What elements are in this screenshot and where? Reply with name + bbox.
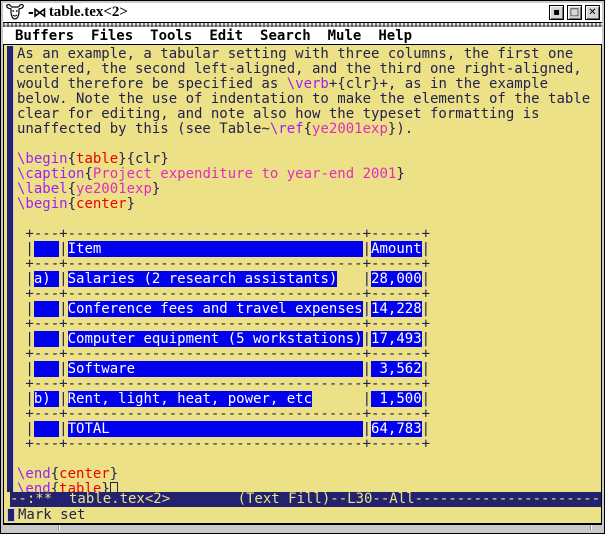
gnu-emacs-icon bbox=[5, 4, 25, 21]
window-controls: ▪ □ ✕ bbox=[549, 5, 600, 20]
buffer-line: \begin{center} bbox=[17, 197, 601, 212]
title-icon-glyph: -⋈ bbox=[28, 5, 46, 21]
menu-item-edit[interactable]: Edit bbox=[209, 28, 243, 44]
buffer-line: +---+-----------------------------------… bbox=[17, 257, 601, 272]
buffer-text[interactable]: As an example, a tabular setting with th… bbox=[17, 47, 601, 492]
minibuffer-message: Mark set bbox=[18, 507, 85, 523]
minimize-icon[interactable]: ▪ bbox=[549, 5, 564, 20]
buffer-line bbox=[17, 137, 601, 152]
titlebar[interactable]: -⋈ table.tex<2> ▪ □ ✕ bbox=[3, 3, 602, 23]
buffer-line: | |Conference fees and travel expenses|1… bbox=[17, 302, 601, 317]
buffer-line: \end{center} bbox=[17, 467, 601, 482]
emacs-frame: -⋈ table.tex<2> ▪ □ ✕ Buffers Files Tool… bbox=[0, 0, 605, 534]
window-title: table.tex<2> bbox=[49, 4, 128, 21]
buffer-line: unaffected by this (see Table~\ref{ye200… bbox=[17, 122, 601, 137]
buffer-line: | |Item |Amount| bbox=[17, 242, 601, 257]
menu-item-help[interactable]: Help bbox=[378, 28, 412, 44]
buffer-line: +---+-----------------------------------… bbox=[17, 287, 601, 302]
menu-item-files[interactable]: Files bbox=[91, 28, 133, 44]
buffer-line: clear for editing, and note also how the… bbox=[17, 107, 601, 122]
menu-item-mule[interactable]: Mule bbox=[328, 28, 362, 44]
text-cursor bbox=[110, 482, 118, 492]
menu-item-search[interactable]: Search bbox=[260, 28, 311, 44]
buffer-line: \begin{table}{clr} bbox=[17, 152, 601, 167]
buffer-line: +---+-----------------------------------… bbox=[17, 407, 601, 422]
buffer-line bbox=[17, 212, 601, 227]
maximize-icon[interactable]: □ bbox=[567, 5, 582, 20]
menu-item-buffers[interactable]: Buffers bbox=[15, 28, 74, 44]
buffer-line: \caption{Project expenditure to year-end… bbox=[17, 167, 601, 182]
buffer-line: | |Software | 3,562| bbox=[17, 362, 601, 377]
buffer-line: +---+-----------------------------------… bbox=[17, 227, 601, 242]
close-icon[interactable]: ✕ bbox=[585, 5, 600, 20]
buffer-line: |b) |Rent, light, heat, power, etc | 1,5… bbox=[17, 392, 601, 407]
frame-notch bbox=[58, 525, 60, 530]
buffer-line: +---+-----------------------------------… bbox=[17, 437, 601, 452]
buffer-line: As an example, a tabular setting with th… bbox=[17, 47, 601, 62]
minibuffer-scrollbar bbox=[7, 508, 15, 522]
buffer-line: |a) |Salaries (2 research assistants) |2… bbox=[17, 272, 601, 287]
buffer-line: \label{ye2001exp} bbox=[17, 182, 601, 197]
buffer-line: \end{table} bbox=[17, 482, 601, 492]
vertical-scrollbar[interactable] bbox=[7, 46, 14, 492]
buffer-line: | |Computer equipment (5 workstations)|1… bbox=[17, 332, 601, 347]
menubar: Buffers Files Tools Edit Search Mule Hel… bbox=[3, 27, 602, 44]
menu-item-tools[interactable]: Tools bbox=[150, 28, 192, 44]
buffer-line: would therefore be specified as \verb+{c… bbox=[17, 77, 601, 92]
modeline: --:** table.tex<2> (Text Fill)--L30--All… bbox=[10, 492, 601, 507]
editor-body[interactable]: As an example, a tabular setting with th… bbox=[4, 45, 601, 492]
buffer-line: +---+-----------------------------------… bbox=[17, 347, 601, 362]
buffer-line: +---+-----------------------------------… bbox=[17, 317, 601, 332]
buffer-line: +---+-----------------------------------… bbox=[17, 377, 601, 392]
minibuffer[interactable]: Mark set bbox=[4, 507, 601, 523]
editor-window: As an example, a tabular setting with th… bbox=[3, 44, 602, 524]
bottom-frame-border bbox=[3, 524, 602, 531]
frame-notch bbox=[590, 525, 592, 530]
buffer-line: | |TOTAL |64,783| bbox=[17, 422, 601, 437]
buffer-line bbox=[17, 452, 601, 467]
buffer-line: below. Note the use of indentation to ma… bbox=[17, 92, 601, 107]
buffer-line: centered, the second left-aligned, and t… bbox=[17, 62, 601, 77]
